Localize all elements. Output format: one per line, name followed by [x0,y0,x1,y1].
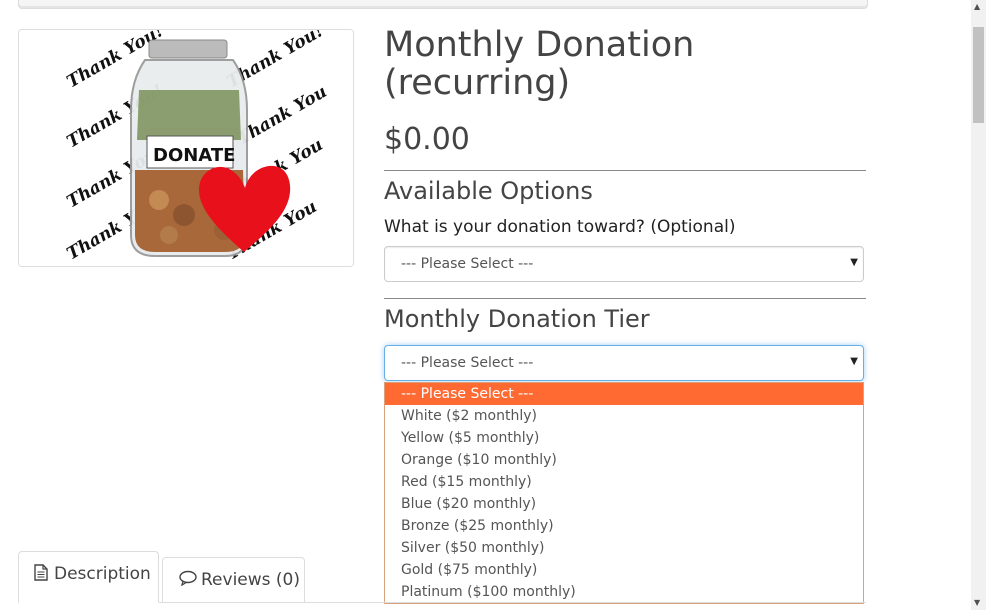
donation-tier-select[interactable]: --- Please Select --- ▼ [384,345,864,381]
divider [384,170,866,171]
dropdown-option[interactable]: Blue ($20 monthly) [385,493,863,515]
dropdown-option[interactable]: --- Please Select --- [385,383,863,405]
divider [384,298,866,299]
dropdown-option[interactable]: Platinum ($100 monthly) [385,581,863,603]
tab-reviews[interactable]: Reviews (0) [162,557,305,603]
tab-description-label: Description [54,564,151,584]
product-title: Monthly Donation (recurring) [384,25,695,103]
donation-tier-dropdown: --- Please Select --- White ($2 monthly)… [384,382,864,604]
product-image[interactable]: Thank You! Thank You! Thank You! Thank Y… [18,29,354,267]
tab-reviews-label: Reviews (0) [201,570,300,590]
jar-label-text: DONATE [153,145,235,166]
top-panel [18,0,868,9]
available-options-heading: Available Options [384,177,593,205]
tab-description[interactable]: Description [18,551,159,603]
comment-icon [179,570,197,591]
donation-toward-select[interactable]: --- Please Select --- ▼ [384,246,864,282]
dropdown-option[interactable]: Orange ($10 monthly) [385,449,863,471]
donation-tier-heading: Monthly Donation Tier [384,305,650,333]
dropdown-option[interactable]: Red ($15 monthly) [385,471,863,493]
donation-toward-label: What is your donation toward? (Optional) [384,217,736,237]
donation-toward-value: --- Please Select --- [401,256,534,272]
document-icon [34,564,48,586]
chevron-down-icon: ▼ [850,257,858,268]
dropdown-option[interactable]: Bronze ($25 monthly) [385,515,863,537]
dropdown-option[interactable]: Yellow ($5 monthly) [385,427,863,449]
chevron-down-icon: ▼ [850,356,858,367]
scrollbar-thumb[interactable] [973,27,984,123]
vertical-scrollbar[interactable]: ▲ ▼ [971,0,986,610]
donation-jar-image: Thank You! Thank You! Thank You! Thank Y… [19,30,353,266]
donation-tier-value: --- Please Select --- [401,355,534,371]
dropdown-option[interactable]: Gold ($75 monthly) [385,559,863,581]
dropdown-option[interactable]: White ($2 monthly) [385,405,863,427]
scroll-up-icon[interactable]: ▲ [974,2,980,11]
dropdown-option[interactable]: Silver ($50 monthly) [385,537,863,559]
scroll-down-icon[interactable]: ▼ [974,598,980,607]
product-price: $0.00 [384,122,470,157]
